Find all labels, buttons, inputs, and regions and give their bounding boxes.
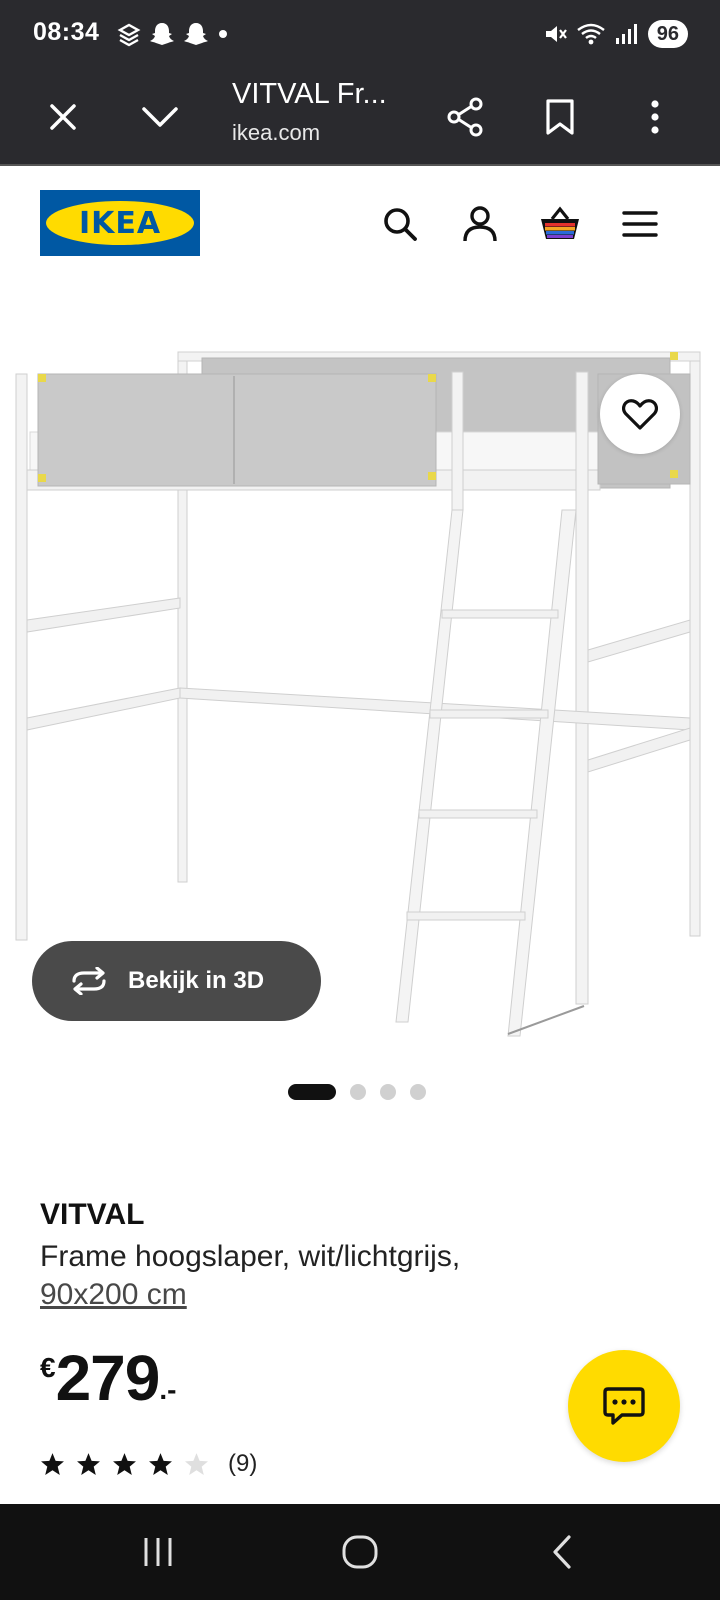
recent-apps-button[interactable]	[128, 1528, 188, 1576]
logo-text: IKEA	[78, 205, 162, 241]
minimize-button[interactable]	[135, 92, 185, 142]
review-count: (9)	[228, 1450, 258, 1477]
back-button[interactable]	[532, 1528, 592, 1576]
basket-icon	[541, 206, 579, 239]
product-size-link[interactable]: 90x200 cm	[40, 1278, 187, 1312]
rotate-3d-icon	[72, 967, 106, 995]
price-amount: 279	[55, 1342, 161, 1414]
gallery-dot-active[interactable]	[288, 1084, 336, 1100]
home-icon	[342, 1535, 378, 1569]
account-icon	[463, 206, 497, 242]
price-currency: €	[40, 1352, 56, 1383]
star-empty-icon	[185, 1453, 208, 1475]
notification-icons	[116, 18, 230, 50]
dot-icon	[219, 30, 227, 38]
gallery-dot[interactable]	[380, 1084, 396, 1100]
system-icons: 96	[542, 18, 688, 50]
star-filled-icon	[77, 1453, 100, 1475]
account-button[interactable]	[456, 200, 504, 248]
browser-toolbar: VITVAL Fr... ikea.com	[0, 68, 720, 166]
view-3d-button[interactable]: Bekijk in 3D	[32, 941, 321, 1021]
stack-icon	[117, 23, 141, 47]
logo-oval: IKEA	[46, 201, 194, 245]
wifi-icon	[577, 23, 605, 45]
close-icon	[50, 104, 76, 130]
signal-icon	[615, 24, 637, 44]
basket-button[interactable]	[536, 200, 584, 248]
gallery-dot[interactable]	[410, 1084, 426, 1100]
ikea-logo[interactable]: IKEA	[40, 190, 200, 256]
bookmark-button[interactable]	[535, 92, 585, 142]
status-time: 08:34	[33, 18, 100, 46]
chevron-down-icon	[142, 107, 178, 127]
price-decimals: .-	[159, 1374, 177, 1405]
favorite-button[interactable]	[600, 374, 680, 454]
status-bar: 08:34 96	[0, 0, 720, 68]
product-name: VITVAL	[40, 1198, 145, 1231]
share-button[interactable]	[440, 92, 490, 142]
page-title: VITVAL Fr...	[232, 78, 387, 110]
recent-apps-icon	[144, 1538, 172, 1566]
heart-icon	[622, 399, 658, 430]
star-filled-icon	[41, 1453, 64, 1475]
share-icon	[447, 97, 483, 137]
mute-vibrate-icon	[545, 26, 567, 42]
battery-level: 96	[647, 20, 688, 48]
product-rating[interactable]: (9)	[40, 1450, 257, 1478]
page-url[interactable]: ikea.com	[232, 120, 320, 146]
back-icon	[553, 1535, 571, 1569]
gallery-dot[interactable]	[350, 1084, 366, 1100]
home-button[interactable]	[330, 1528, 390, 1576]
bookmark-icon	[546, 99, 574, 135]
menu-icon	[622, 211, 658, 237]
chat-icon	[603, 1387, 645, 1425]
gallery-pagination	[288, 1084, 426, 1100]
product-description: Frame hoogslaper, wit/lichtgrijs,	[40, 1240, 461, 1273]
view-3d-label: Bekijk in 3D	[128, 967, 265, 994]
site-header: IKEA	[0, 166, 720, 276]
star-filled-icon	[113, 1453, 136, 1475]
menu-button[interactable]	[616, 200, 664, 248]
search-button[interactable]	[376, 200, 424, 248]
snapchat-icon	[150, 23, 174, 45]
search-icon	[384, 208, 417, 241]
star-filled-icon	[149, 1453, 172, 1475]
close-tab-button[interactable]	[38, 92, 88, 142]
more-options-button[interactable]	[630, 92, 680, 142]
product-price: € 279 .-	[40, 1340, 176, 1416]
more-vert-icon	[651, 100, 659, 134]
chat-button[interactable]	[568, 1350, 680, 1462]
snapchat-icon	[184, 23, 208, 45]
system-nav-bar	[0, 1504, 720, 1600]
